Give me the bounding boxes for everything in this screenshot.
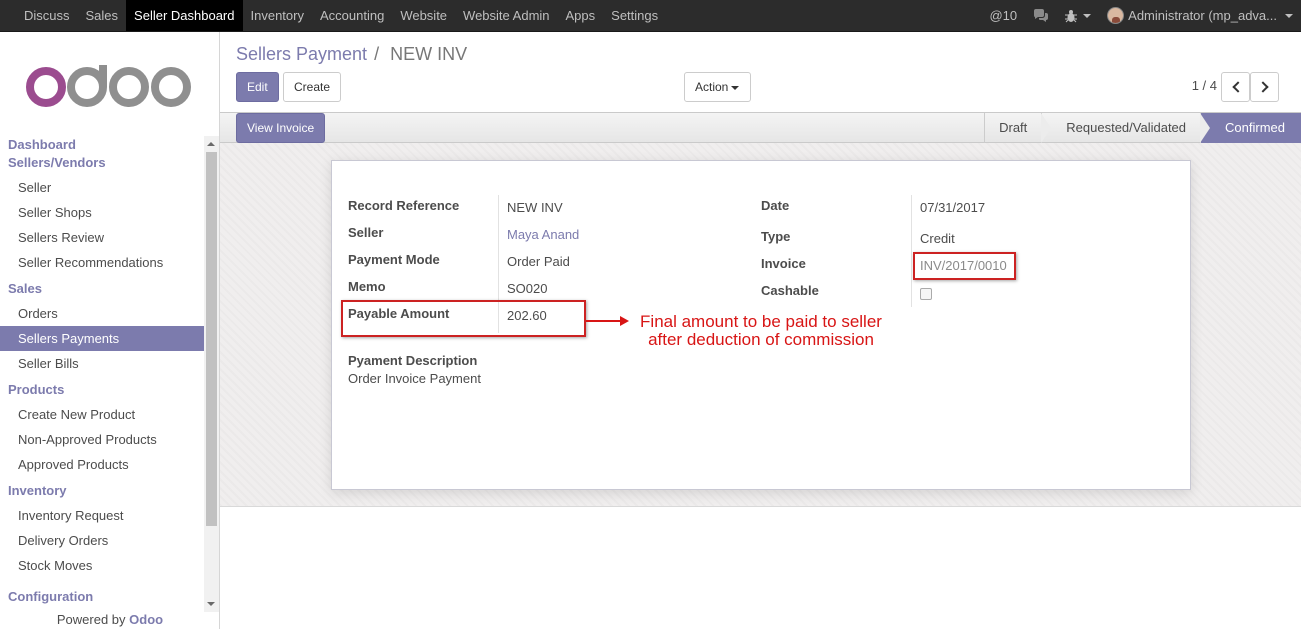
sidebar-section-sellers-vendors[interactable]: Sellers/Vendors (0, 154, 204, 172)
sidebar-item-seller[interactable]: Seller (0, 175, 204, 200)
annotation-line-2: after deduction of commission (648, 330, 874, 349)
menu-website-admin[interactable]: Website Admin (455, 0, 557, 31)
stage-arrow (1200, 113, 1211, 143)
menu-seller-dashboard[interactable]: Seller Dashboard (126, 0, 243, 31)
sidebar-item-seller-recommendations[interactable]: Seller Recommendations (0, 250, 204, 275)
field-payment-description: Order Invoice Payment (348, 371, 481, 386)
stage-draft[interactable]: Draft (984, 113, 1052, 143)
sidebar-section-sales[interactable]: Sales (0, 280, 204, 298)
form-statusbar: View Invoice Draft Requested/Validated C… (220, 113, 1301, 143)
stage-arrow (1041, 113, 1052, 143)
annotation-note: Final amount to be paid to seller after … (626, 313, 896, 349)
sidebar-section-inventory[interactable]: Inventory (0, 482, 204, 500)
label-cashable: Cashable (761, 283, 819, 298)
breadcrumb-separator: / (374, 44, 380, 64)
user-menu[interactable]: Administrator (mp_adva... (1107, 7, 1293, 24)
menu-discuss[interactable]: Discuss (16, 0, 78, 31)
cashable-checkbox[interactable] (920, 288, 932, 300)
systray: @10 Administrator (mp_adva... (973, 0, 1293, 31)
powered-by-text: Powered by (56, 612, 126, 627)
action-label: Action (695, 80, 729, 94)
sidebar-section-configuration[interactable]: Configuration (0, 588, 204, 606)
menu-website[interactable]: Website (392, 0, 455, 31)
status-stages: Draft Requested/Validated Confirmed (984, 113, 1301, 143)
sidebar-item-orders[interactable]: Orders (0, 301, 204, 326)
chevron-right-icon (1257, 81, 1269, 93)
sidebar-item-stock-moves[interactable]: Stock Moves (0, 553, 204, 578)
sidebar-section-products[interactable]: Products (0, 381, 204, 399)
highlight-payable-amount (341, 300, 586, 337)
sidebar-item-sellers-payments[interactable]: Sellers Payments (0, 326, 204, 351)
field-type: Credit (920, 231, 955, 246)
label-date: Date (761, 198, 790, 213)
sidebar-item-seller-bills[interactable]: Seller Bills (0, 351, 204, 376)
control-panel: Sellers Payment / NEW INV Edit Create Ac… (220, 32, 1301, 113)
field-payment-mode: Order Paid (507, 254, 570, 269)
view-invoice-button[interactable]: View Invoice (236, 113, 326, 143)
edit-button[interactable]: Edit (236, 72, 279, 102)
breadcrumb-parent[interactable]: Sellers Payment (236, 44, 367, 64)
field-record-reference: NEW INV (507, 200, 563, 215)
label-invoice: Invoice (761, 256, 806, 271)
powered-by-brand[interactable]: Odoo (129, 612, 163, 627)
sidebar-item-create-new-product[interactable]: Create New Product (0, 402, 204, 427)
annotation-line-1: Final amount to be paid to seller (640, 312, 882, 331)
label-record-reference: Record Reference (348, 198, 460, 213)
label-seller: Seller (348, 225, 384, 240)
field-date: 07/31/2017 (920, 200, 986, 215)
field-seller-link[interactable]: Maya Anand (507, 227, 579, 242)
scroll-up-icon[interactable] (207, 142, 215, 146)
app-menu: Discuss Sales Seller Dashboard Inventory… (16, 0, 666, 31)
chevron-down-icon (1083, 13, 1092, 18)
breadcrumb-current: NEW INV (390, 44, 468, 64)
label-payment-description: Pyament Description (348, 353, 478, 368)
sidebar-item-inventory-request[interactable]: Inventory Request (0, 503, 204, 528)
chevron-down-icon (1285, 13, 1293, 18)
highlight-invoice (913, 252, 1016, 280)
scrollbar-thumb[interactable] (206, 152, 217, 526)
field-memo: SO020 (507, 281, 548, 296)
avatar (1107, 7, 1125, 24)
sidebar-menu: Dashboard Sellers/Vendors Seller Seller … (0, 136, 204, 606)
stage-confirmed[interactable]: Confirmed (1200, 113, 1301, 143)
top-navbar: Discuss Sales Seller Dashboard Inventory… (0, 0, 1301, 32)
menu-apps[interactable]: Apps (558, 0, 604, 31)
stage-requested-validated[interactable]: Requested/Validated (1041, 113, 1211, 143)
chevron-down-icon (731, 85, 740, 90)
stage-label: Confirmed (1225, 120, 1285, 135)
menu-settings[interactable]: Settings (603, 0, 666, 31)
sidebar-item-delivery-orders[interactable]: Delivery Orders (0, 528, 204, 553)
field-divider (911, 195, 912, 307)
pager-previous-button[interactable] (1221, 72, 1250, 102)
menu-accounting[interactable]: Accounting (312, 0, 392, 31)
user-name: Administrator (mp_adva... (1128, 8, 1277, 23)
sidebar-item-non-approved-products[interactable]: Non-Approved Products (0, 427, 204, 452)
pager-value[interactable]: 1 / 4 (1192, 78, 1217, 93)
sidebar-item-sellers-review[interactable]: Sellers Review (0, 225, 204, 250)
sidebar-item-approved-products[interactable]: Approved Products (0, 452, 204, 477)
mentions-counter[interactable]: @10 (989, 8, 1017, 23)
stage-label: Requested/Validated (1066, 120, 1187, 135)
debug-bug-icon[interactable] (1065, 9, 1092, 23)
sidebar: Dashboard Sellers/Vendors Seller Seller … (0, 32, 220, 629)
create-button[interactable]: Create (283, 72, 342, 102)
sidebar-scrollbar[interactable] (204, 136, 219, 612)
label-payment-mode: Payment Mode (348, 252, 440, 267)
menu-sales[interactable]: Sales (78, 0, 127, 31)
sidebar-item-seller-shops[interactable]: Seller Shops (0, 200, 204, 225)
sidebar-section-dashboard[interactable]: Dashboard (0, 136, 204, 154)
annotation-arrow-line (586, 320, 622, 322)
powered-by: Powered by Odoo (0, 612, 220, 627)
label-memo: Memo (348, 279, 386, 294)
action-dropdown[interactable]: Action (684, 72, 751, 102)
pager-next-button[interactable] (1250, 72, 1279, 102)
menu-inventory[interactable]: Inventory (243, 0, 312, 31)
chevron-left-icon (1232, 81, 1244, 93)
scroll-down-icon[interactable] (207, 602, 215, 606)
odoo-logo[interactable] (26, 65, 192, 109)
chat-icon[interactable] (1033, 8, 1049, 23)
label-type: Type (761, 229, 791, 244)
stage-label: Draft (999, 120, 1028, 135)
breadcrumb: Sellers Payment / NEW INV (236, 44, 467, 65)
